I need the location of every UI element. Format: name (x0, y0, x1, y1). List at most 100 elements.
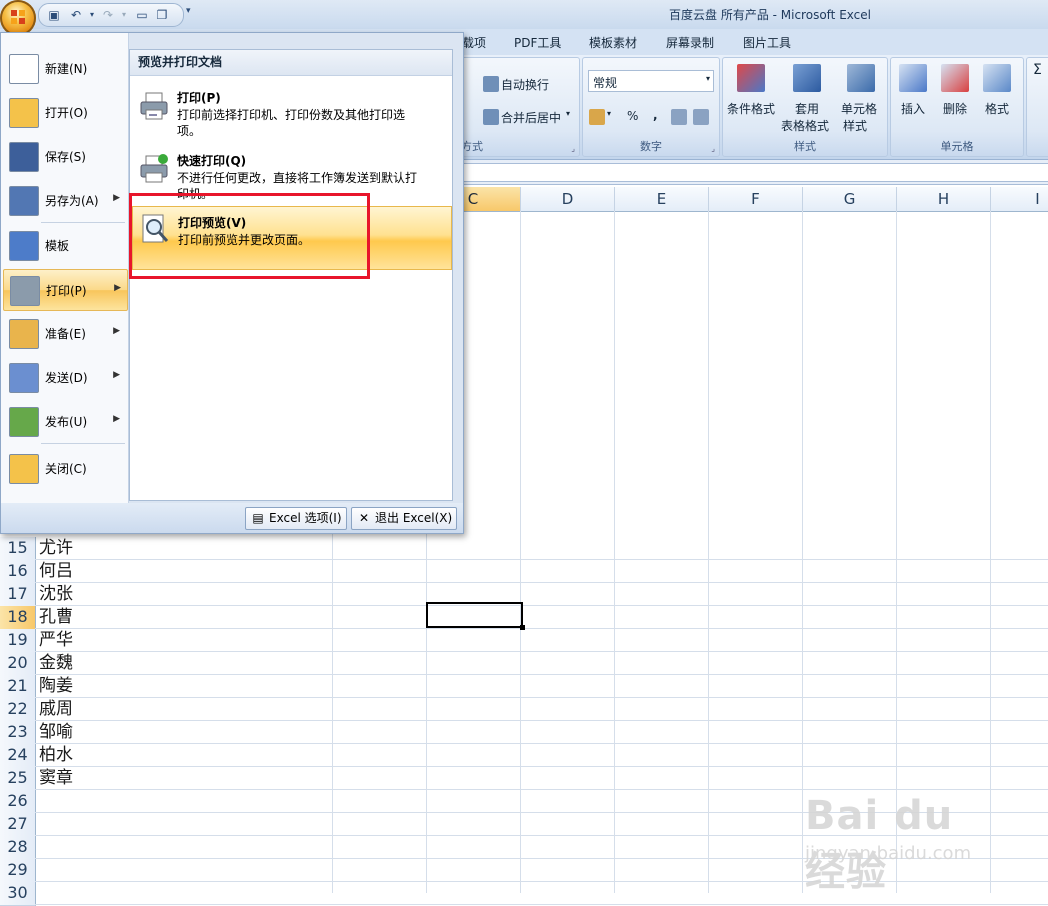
print-description: 打印前选择打印机、打印份数及其他打印选项。 (177, 108, 406, 138)
office-menu-item[interactable]: 模板 (3, 225, 126, 265)
cell-name[interactable]: 尤许 (39, 537, 73, 560)
insert-cells-icon (899, 64, 927, 92)
column-header-h[interactable]: H (897, 187, 991, 211)
quick-print-item[interactable]: 快速打印(Q) 不进行任何更改，直接将工作簿发送到默认打印机。 (132, 147, 450, 201)
cell-name[interactable]: 窦章 (39, 767, 73, 790)
merge-center-button[interactable]: 合并后居中 (501, 109, 561, 126)
decrease-decimal-icon[interactable] (693, 109, 709, 125)
row-header[interactable]: 20 (0, 652, 36, 676)
styles-group-label: 样式 (794, 140, 816, 153)
table-format-label-2[interactable]: 表格格式 (781, 117, 829, 134)
copy-icon[interactable]: ❐ (153, 6, 171, 24)
row-header[interactable]: 18 (0, 606, 36, 630)
office-menu-item[interactable]: 打开(O) (3, 92, 126, 132)
excel-options-button[interactable]: ▤ Excel 选项(I) (245, 507, 347, 530)
grid-line (520, 211, 521, 893)
submenu-arrow-icon: ▶ (114, 283, 121, 293)
grid-line (35, 582, 1048, 583)
office-menu-item-label: 另存为(A) (45, 194, 99, 208)
column-header-f[interactable]: F (709, 187, 803, 211)
wrap-text-button[interactable]: 自动换行 (501, 76, 549, 93)
row-header[interactable]: 19 (0, 629, 36, 653)
office-button[interactable] (0, 0, 36, 36)
submenu-arrow-icon: ▶ (113, 193, 120, 203)
currency-dropdown-icon[interactable]: ▾ (607, 109, 611, 118)
grid-line (614, 211, 615, 893)
grid-line (35, 766, 1048, 767)
office-menu-item[interactable]: 打印(P) ▶ (3, 269, 128, 311)
insert-button[interactable]: 插入 (901, 100, 925, 117)
increase-decimal-icon[interactable] (671, 109, 687, 125)
office-menu-item-label: 模板 (45, 239, 70, 253)
row-header[interactable]: 22 (0, 698, 36, 722)
currency-icon[interactable] (589, 109, 605, 125)
tab-template-materials[interactable]: 模板素材 (589, 34, 637, 51)
table-format-label-1[interactable]: 套用 (795, 100, 819, 117)
cell-name[interactable]: 柏水 (39, 744, 73, 767)
cell-name[interactable]: 邹喻 (39, 721, 73, 744)
open-icon[interactable]: ▭ (133, 6, 151, 24)
office-logo-icon (11, 10, 25, 24)
tab-pdf-tools[interactable]: PDF工具 (514, 34, 561, 51)
office-menu-item-label: 打开(O) (45, 106, 88, 120)
active-cell[interactable] (426, 602, 525, 630)
cell-name[interactable]: 陶姜 (39, 675, 73, 698)
office-menu-item[interactable]: 保存(S) (3, 136, 126, 176)
office-menu-item[interactable]: 发送(D) ▶ (3, 357, 126, 397)
dialog-launcher-icon[interactable]: ⌟ (571, 144, 575, 153)
cell-style-label-1[interactable]: 单元格 (841, 100, 877, 117)
column-header-d[interactable]: D (521, 187, 615, 211)
row-header[interactable]: 16 (0, 560, 36, 584)
column-header-g[interactable]: G (803, 187, 897, 211)
tab-addins[interactable]: 载项 (462, 34, 486, 51)
cell-name[interactable]: 金魏 (39, 652, 73, 675)
number-format-select[interactable]: 常规 ▾ (588, 70, 714, 92)
delete-button[interactable]: 删除 (943, 100, 967, 117)
office-menu-item[interactable]: 另存为(A) ▶ (3, 180, 126, 220)
row-header[interactable]: 15 (0, 537, 36, 561)
cell-name[interactable]: 严华 (39, 629, 73, 652)
row-header[interactable]: 30 (0, 882, 36, 906)
column-header-e[interactable]: E (615, 187, 709, 211)
cell-name[interactable]: 沈张 (39, 583, 73, 606)
conditional-format-icon (737, 64, 765, 92)
submenu-arrow-icon: ▶ (113, 326, 120, 336)
customize-qat-icon[interactable]: ▾ (186, 6, 191, 16)
save-icon[interactable]: ▣ (45, 6, 63, 24)
tab-picture-tools[interactable]: 图片工具 (743, 34, 791, 51)
format-button[interactable]: 格式 (985, 100, 1009, 117)
quick-print-icon (140, 154, 168, 183)
office-menu-item[interactable]: 发布(U) ▶ (3, 401, 126, 441)
cell-name[interactable]: 何吕 (39, 560, 73, 583)
row-header[interactable]: 21 (0, 675, 36, 699)
redo-dropdown-icon[interactable]: ▾ (115, 6, 133, 24)
row-header[interactable]: 27 (0, 813, 36, 837)
dialog-launcher-icon[interactable]: ⌟ (711, 144, 715, 153)
cell-name[interactable]: 戚周 (39, 698, 73, 721)
fill-handle[interactable] (520, 625, 525, 630)
autosum-icon[interactable]: Σ (1033, 62, 1042, 78)
row-header[interactable]: 25 (0, 767, 36, 791)
merge-dropdown-icon[interactable]: ▾ (566, 109, 570, 118)
office-menu-item[interactable]: 准备(E) ▶ (3, 313, 126, 353)
print-item[interactable]: 打印(P) 打印前选择打印机、打印份数及其他打印选项。 (132, 84, 450, 138)
comma-button[interactable]: , (653, 108, 658, 122)
percent-button[interactable]: % (627, 109, 638, 123)
grid-line (35, 743, 1048, 744)
exit-excel-button[interactable]: ✕ 退出 Excel(X) (351, 507, 457, 530)
office-menu-item[interactable]: 新建(N) (3, 48, 126, 88)
conditional-format-button[interactable]: 条件格式 (727, 100, 775, 117)
row-header[interactable]: 17 (0, 583, 36, 607)
row-header[interactable]: 23 (0, 721, 36, 745)
formula-input[interactable] (460, 163, 1048, 182)
column-header-i[interactable]: I (991, 187, 1048, 211)
office-menu-item[interactable]: 关闭(C) (3, 448, 126, 488)
tab-screen-record[interactable]: 屏幕录制 (666, 34, 714, 51)
window-title: 百度云盘 所有产品 - Microsoft Excel (669, 8, 871, 22)
row-header[interactable]: 24 (0, 744, 36, 768)
row-header[interactable]: 28 (0, 836, 36, 860)
row-header[interactable]: 26 (0, 790, 36, 814)
cell-style-label-2[interactable]: 样式 (843, 117, 867, 134)
row-header[interactable]: 29 (0, 859, 36, 883)
cell-name[interactable]: 孔曹 (39, 606, 73, 629)
